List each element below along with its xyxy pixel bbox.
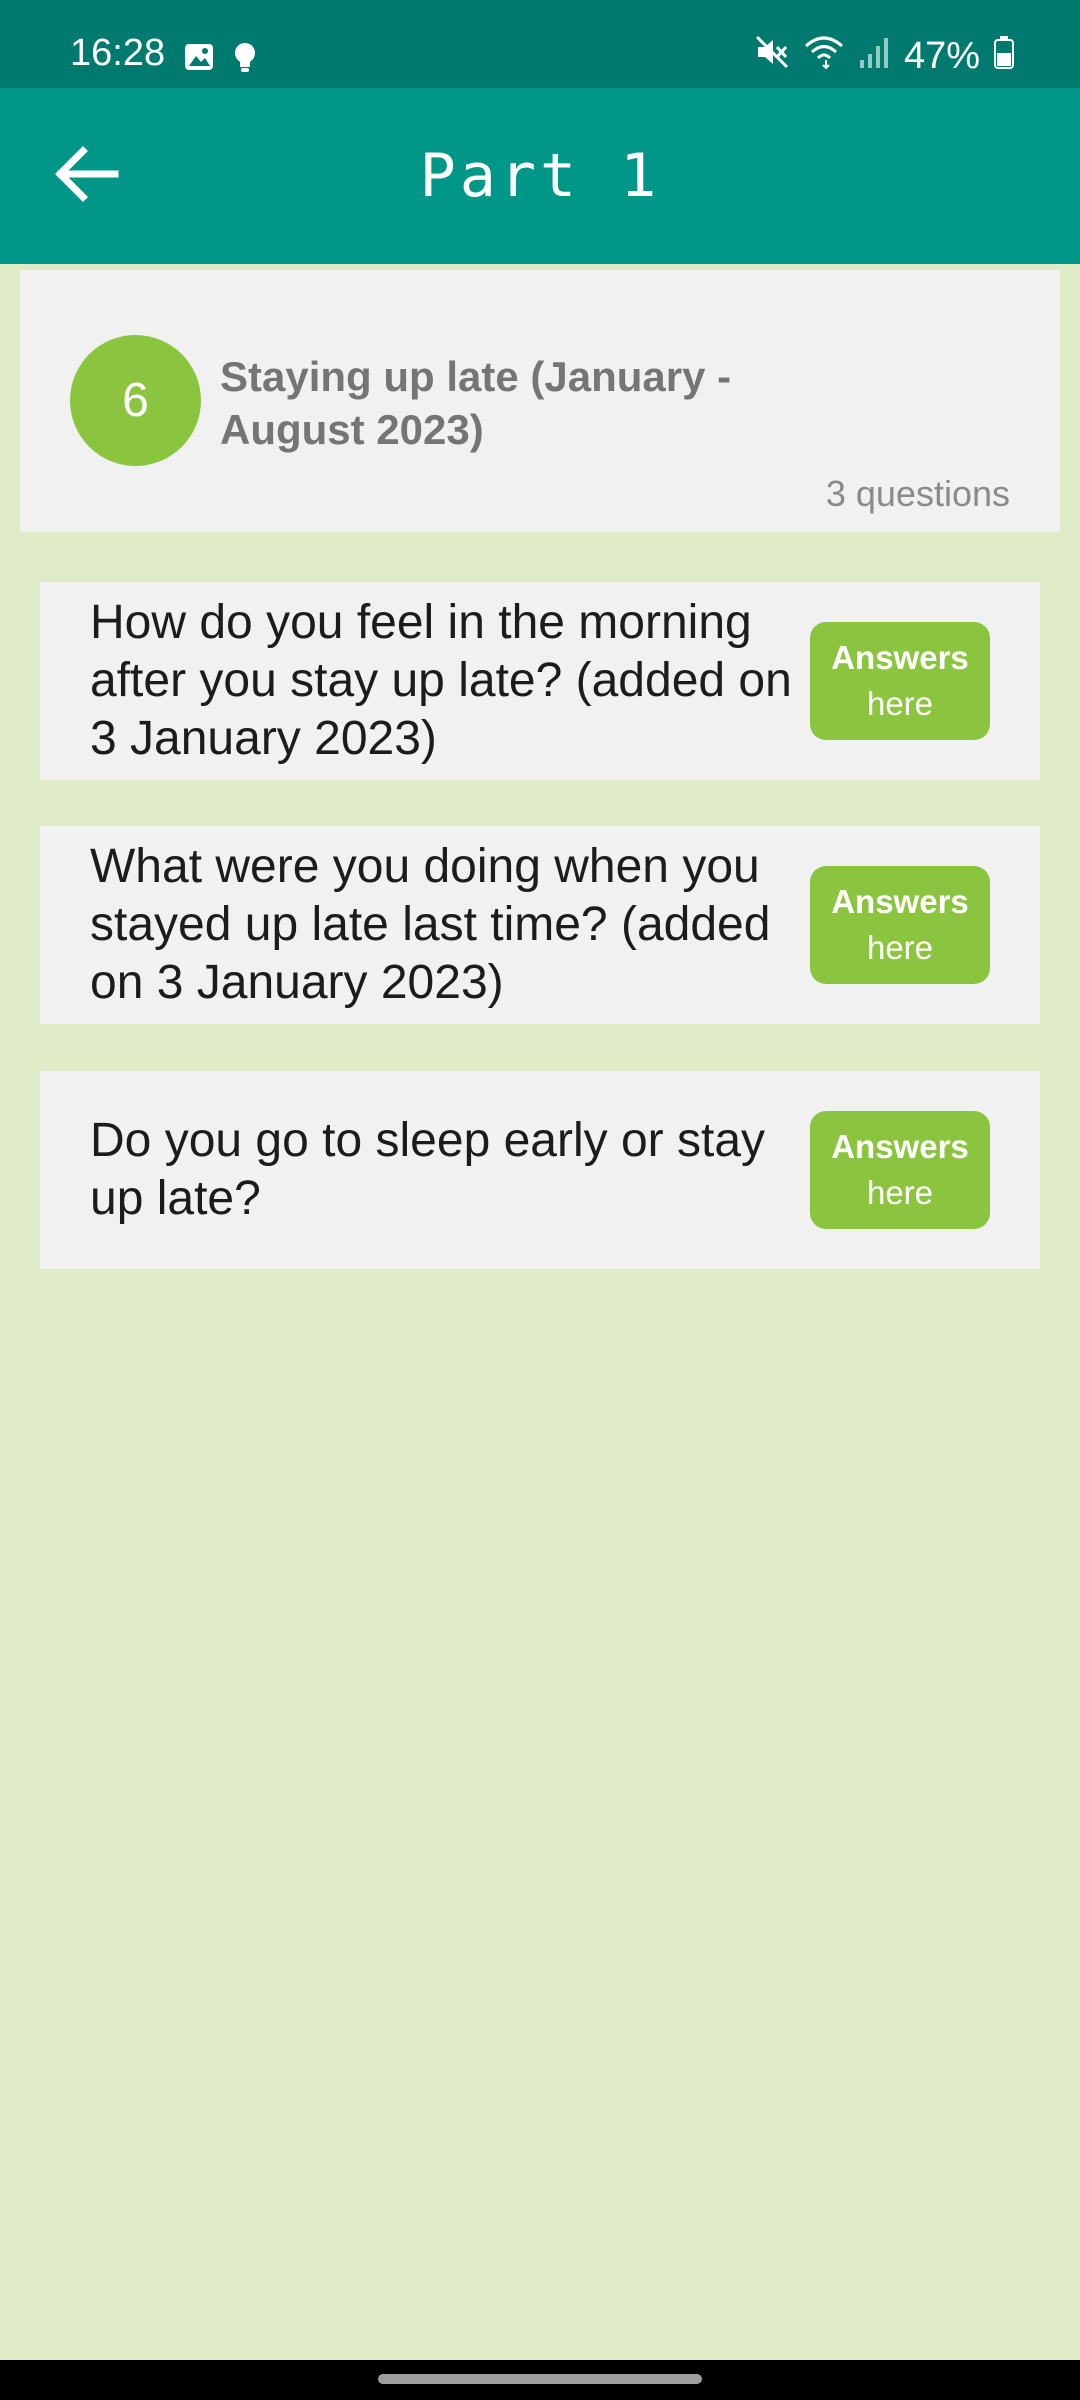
wifi-icon	[804, 34, 844, 77]
bulb-icon	[228, 40, 262, 74]
question-text: Do you go to sleep early or stay up late…	[90, 1114, 766, 1225]
app-bar: Part 1	[0, 88, 1080, 264]
status-time: 16:28	[70, 32, 166, 74]
answers-button-label: Answers	[831, 1128, 969, 1165]
question-card: Do you go to sleep early or stay up late…	[40, 1071, 1040, 1269]
answers-here-button[interactable]: Answers here	[810, 866, 990, 984]
question-count: 3 questions	[825, 473, 1010, 514]
battery-icon	[994, 34, 1014, 77]
answers-button-sublabel: here	[866, 929, 934, 966]
answers-here-button[interactable]: Answers here	[810, 622, 990, 740]
topic-header-card: 6 Staying up late (January - August 2023…	[20, 270, 1060, 532]
question-card: How do you feel in the morning after you…	[40, 582, 1040, 780]
home-gesture-handle[interactable]	[378, 2374, 702, 2384]
question-text: How do you feel in the morning after you…	[90, 596, 792, 765]
answers-button-sublabel: here	[866, 1174, 934, 1211]
question-text: What were you doing when you stayed up l…	[90, 840, 771, 1009]
gallery-icon	[182, 40, 216, 74]
answers-button-label: Answers	[831, 639, 969, 676]
system-nav-bar	[0, 2360, 1080, 2400]
topic-number-badge: 6	[70, 335, 201, 466]
signal-icon	[858, 34, 890, 77]
mute-icon	[754, 34, 790, 77]
topic-title: Staying up late (January - August 2023)	[220, 353, 732, 453]
answers-button-label: Answers	[831, 883, 969, 920]
page-title: Part 1	[419, 141, 661, 211]
battery-percent: 47%	[903, 34, 980, 77]
answers-here-button[interactable]: Answers here	[810, 1111, 990, 1229]
status-bar: 16:28 47%	[0, 0, 1080, 88]
status-right: 47%	[754, 34, 1014, 77]
question-card: What were you doing when you stayed up l…	[40, 826, 1040, 1024]
answers-button-sublabel: here	[866, 685, 934, 722]
